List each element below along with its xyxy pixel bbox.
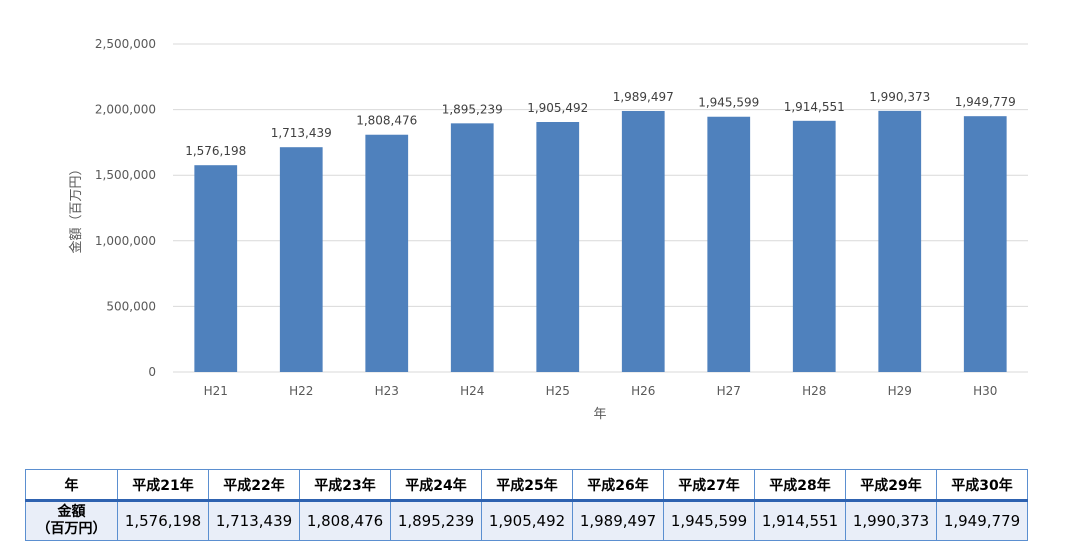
- table-header-cell: 平成22年: [208, 469, 300, 502]
- data-table: 年 平成21年 平成22年 平成23年 平成24年 平成25年 平成26年 平成…: [25, 469, 1028, 541]
- bar: [365, 134, 409, 372]
- table-header-cell: 平成24年: [390, 469, 482, 502]
- bar: [878, 110, 922, 372]
- bar: [963, 116, 1007, 372]
- bars: [194, 110, 1007, 373]
- table-header-year: 年: [25, 469, 118, 502]
- x-tick-label: H25: [546, 384, 570, 398]
- y-axis-title: 金額（百万円）: [68, 162, 84, 253]
- table-cell: 1,895,239: [390, 500, 482, 541]
- table-cell: 1,990,373: [845, 500, 937, 541]
- table-header-cell: 平成30年: [936, 469, 1028, 502]
- x-axis-ticks: H21 H22 H23 H24 H25 H26 H27 H28 H29 H30: [204, 384, 998, 398]
- bar-chart: 0 500,000 1,000,000 1,500,000 2,000,000 2,500…: [68, 37, 1028, 422]
- table-header-cell: 平成25年: [481, 469, 573, 502]
- y-tick-label: 0: [148, 365, 156, 379]
- table-header-cell: 平成28年: [754, 469, 846, 502]
- y-tick-label: 1,000,000: [95, 234, 156, 248]
- table-header-cell: 平成26年: [572, 469, 664, 502]
- data-label: 1,808,476: [356, 114, 417, 128]
- table-cell: 1,989,497: [572, 500, 664, 541]
- row-label-line2: （百万円）: [36, 521, 107, 537]
- row-label-line1: 金額: [57, 504, 86, 520]
- y-tick-label: 1,500,000: [95, 168, 156, 182]
- y-tick-label: 500,000: [106, 299, 156, 313]
- table-cell: 1,713,439: [208, 500, 300, 541]
- table-header-row: 年 平成21年 平成22年 平成23年 平成24年 平成25年 平成26年 平成…: [25, 469, 1028, 502]
- table-header-cell: 平成29年: [845, 469, 937, 502]
- table-cell: 1,576,198: [117, 500, 209, 541]
- table-cell: 1,808,476: [299, 500, 391, 541]
- bar: [450, 123, 494, 373]
- data-label: 1,949,779: [955, 95, 1016, 109]
- data-label: 1,905,492: [527, 101, 588, 115]
- y-tick-label: 2,000,000: [95, 103, 156, 117]
- bar: [536, 121, 580, 372]
- data-label: 1,895,239: [442, 102, 503, 116]
- table-header-cell: 平成27年: [663, 469, 755, 502]
- x-tick-label: H23: [375, 384, 399, 398]
- data-label: 1,945,599: [698, 96, 759, 110]
- data-label: 1,914,551: [784, 100, 845, 114]
- x-tick-label: H22: [289, 384, 313, 398]
- table-row: 金額 （百万円） 1,576,198 1,713,439 1,808,476 1…: [25, 500, 1028, 541]
- table-header-cell: 平成21年: [117, 469, 209, 502]
- x-tick-label: H27: [717, 384, 741, 398]
- bar: [194, 165, 238, 372]
- table-cell: 1,905,492: [481, 500, 573, 541]
- x-tick-label: H29: [888, 384, 912, 398]
- x-tick-label: H21: [204, 384, 228, 398]
- data-label: 1,990,373: [869, 90, 930, 104]
- y-axis-ticks: 0 500,000 1,000,000 1,500,000 2,000,000 2,500…: [95, 37, 156, 379]
- data-label: 1,576,198: [185, 144, 246, 158]
- data-label: 1,713,439: [271, 126, 332, 140]
- x-tick-label: H30: [973, 384, 997, 398]
- table-cell: 1,914,551: [754, 500, 846, 541]
- table-cell: 1,949,779: [936, 500, 1028, 541]
- data-label: 1,989,497: [613, 90, 674, 104]
- x-axis-title: 年: [593, 407, 606, 422]
- bar: [621, 110, 665, 372]
- bar: [279, 147, 323, 372]
- table-row-label: 金額 （百万円）: [25, 500, 118, 541]
- y-tick-label: 2,500,000: [95, 37, 156, 51]
- x-tick-label: H24: [460, 384, 484, 398]
- table-cell: 1,945,599: [663, 500, 755, 541]
- x-tick-label: H28: [802, 384, 826, 398]
- bar: [707, 116, 751, 372]
- x-tick-label: H26: [631, 384, 655, 398]
- bar: [792, 120, 836, 372]
- table-header-cell: 平成23年: [299, 469, 391, 502]
